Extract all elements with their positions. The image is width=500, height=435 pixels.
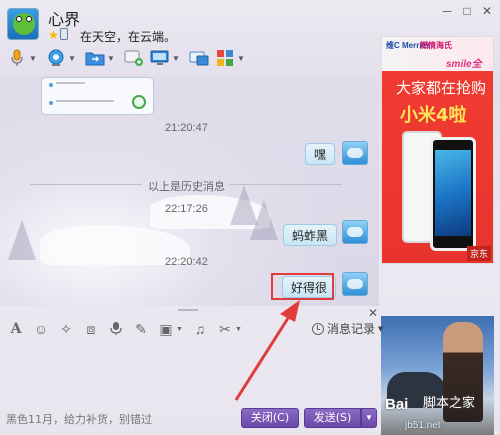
emoji-icon[interactable]: ☺ [33,321,49,337]
input-toolbar: A ☺ ✧ ⧈ ✎ ▣ ▼ ♫ ✂ ▼ [8,318,242,340]
card-line: ━━━━━━━━━━━━━━━━ [56,99,114,105]
ad-banner-bottom[interactable]: Bai 脚本之家 jb51.net [381,316,494,435]
screen-share-icon [188,48,210,68]
magic-wand-icon[interactable]: ✧ [58,321,74,337]
send-button[interactable]: 发送(S) [304,408,361,428]
chevron-down-icon[interactable]: ▼ [235,326,242,333]
ad-main-panel: 大家都在抢购 小米4啦 京东 [382,71,493,263]
watermark-text: 脚本之家 [423,395,476,410]
chat-toolbar: ▼ ▼ ▼ ▼ ▼ [6,45,249,71]
ad-brand-label: smile全 [446,59,482,70]
watermark-logo: Bai [385,396,409,413]
maximize-icon[interactable]: □ [460,4,474,18]
contact-signature: 在天空，在云端。 [80,30,177,44]
bullet-icon [49,83,53,87]
ad-headline: 大家都在抢购 [396,79,487,97]
close-icon[interactable]: ✕ [480,4,494,18]
send-file-button[interactable]: ▼ [84,46,119,70]
phone-image [430,137,476,251]
avatar-eye-left [16,16,22,22]
background-tree [8,220,36,260]
screenshot-scissors-icon[interactable]: ✂ [217,321,233,337]
avatar-eye-right [26,16,32,22]
cloud-icon [347,148,363,158]
star-icon: ★ [48,28,59,42]
message-bubble[interactable]: 嘿 [305,143,336,165]
contact-avatar[interactable] [7,8,39,40]
cloud-icon [347,279,363,289]
ad-brand-label: 燃情海氏 [420,41,452,50]
promo-link[interactable]: 黑色11月，给力补货，别错过 [6,411,152,427]
add-chat-icon [123,48,145,68]
window-controls: ─ □ ✕ [440,4,494,18]
apps-grid-icon [214,48,236,68]
voice-message-icon[interactable] [108,321,124,337]
previous-message-card[interactable]: ━━━━━━━━ ━━━━━━━━━━━━━━━━ [41,77,154,115]
clock-icon [312,322,324,335]
divider [230,184,342,185]
search-icon [132,95,146,109]
message-history-button[interactable]: 消息记录 ▼ [312,320,383,337]
message-area[interactable]: ━━━━━━━━ ━━━━━━━━━━━━━━━━ 21:20:47 嘿 以上是… [0,75,379,306]
history-note: 以上是历史消息 [148,181,225,193]
bullet-icon [49,101,53,105]
ad-product: 小米4啦 [400,105,467,126]
chevron-down-icon[interactable]: ▼ [107,54,115,63]
message-timestamp: 21:20:47 [165,122,208,134]
phone-icon [60,28,68,40]
divider [30,184,142,185]
drag-handle[interactable] [178,309,198,311]
chat-footer: 黑色11月，给力补货，别错过 关闭(C) 发送(S) ▼ [0,400,379,435]
shake-window-icon[interactable]: ⧈ [83,321,99,337]
user-avatar[interactable] [342,141,368,165]
send-options-chevron-icon[interactable]: ▼ [361,408,377,428]
apps-button[interactable]: ▼ [214,46,249,70]
message-timestamp: 22:17:26 [165,203,208,215]
chat-window: 心界 ★ 在天空，在云端。 ─ □ ✕ ▼ ▼ ▼ ▼ ▼ ━━━━━━━━ ━… [0,0,500,435]
input-splitter[interactable] [0,306,379,316]
ad-store-label: 京东 [466,246,491,261]
message-history-label: 消息记录 [327,322,376,336]
chevron-down-icon[interactable]: ▼ [237,54,245,63]
ad-brand-strip: 维C Merries 燃情海氏 smile全 [382,37,493,71]
message-timestamp: 22:20:42 [165,256,208,268]
ad-banner-top[interactable]: 维C Merries 燃情海氏 smile全 大家都在抢购 小米4啦 京东 [381,36,494,264]
remote-screen-icon [149,48,171,68]
watermark-url: jb51.net [405,420,441,431]
font-icon[interactable]: A [8,321,24,337]
remote-assist-button[interactable]: ▼ [149,46,184,70]
message-input[interactable] [0,342,379,400]
annotation-highlight-box [271,273,334,300]
music-icon[interactable]: ♫ [192,321,208,337]
microphone-icon [6,48,28,68]
share-screen-button[interactable] [188,46,210,70]
edit-icon[interactable]: ✎ [133,321,149,337]
user-avatar[interactable] [342,220,368,244]
folder-send-icon [84,48,106,68]
cloud-icon [347,227,363,237]
user-avatar[interactable] [342,272,368,296]
background-tree [250,200,278,240]
image-icon[interactable]: ▣ [158,321,174,337]
minimize-icon[interactable]: ─ [440,4,454,18]
discussion-button[interactable] [123,46,145,70]
message-bubble[interactable]: 蚂蚱黑 [283,224,338,246]
chevron-down-icon[interactable]: ▼ [176,326,183,333]
chevron-down-icon: ▼ [378,324,384,333]
voice-call-button[interactable]: ▼ [6,46,41,70]
video-call-button[interactable]: ▼ [45,46,80,70]
card-line: ━━━━━━━━ [56,81,85,87]
close-button[interactable]: 关闭(C) [241,408,299,428]
chevron-down-icon[interactable]: ▼ [29,54,37,63]
chevron-down-icon[interactable]: ▼ [172,54,180,63]
chevron-down-icon[interactable]: ▼ [68,54,76,63]
phone-screen [435,150,471,236]
contact-name[interactable]: 心界 [48,6,80,30]
video-camera-icon [45,48,67,68]
